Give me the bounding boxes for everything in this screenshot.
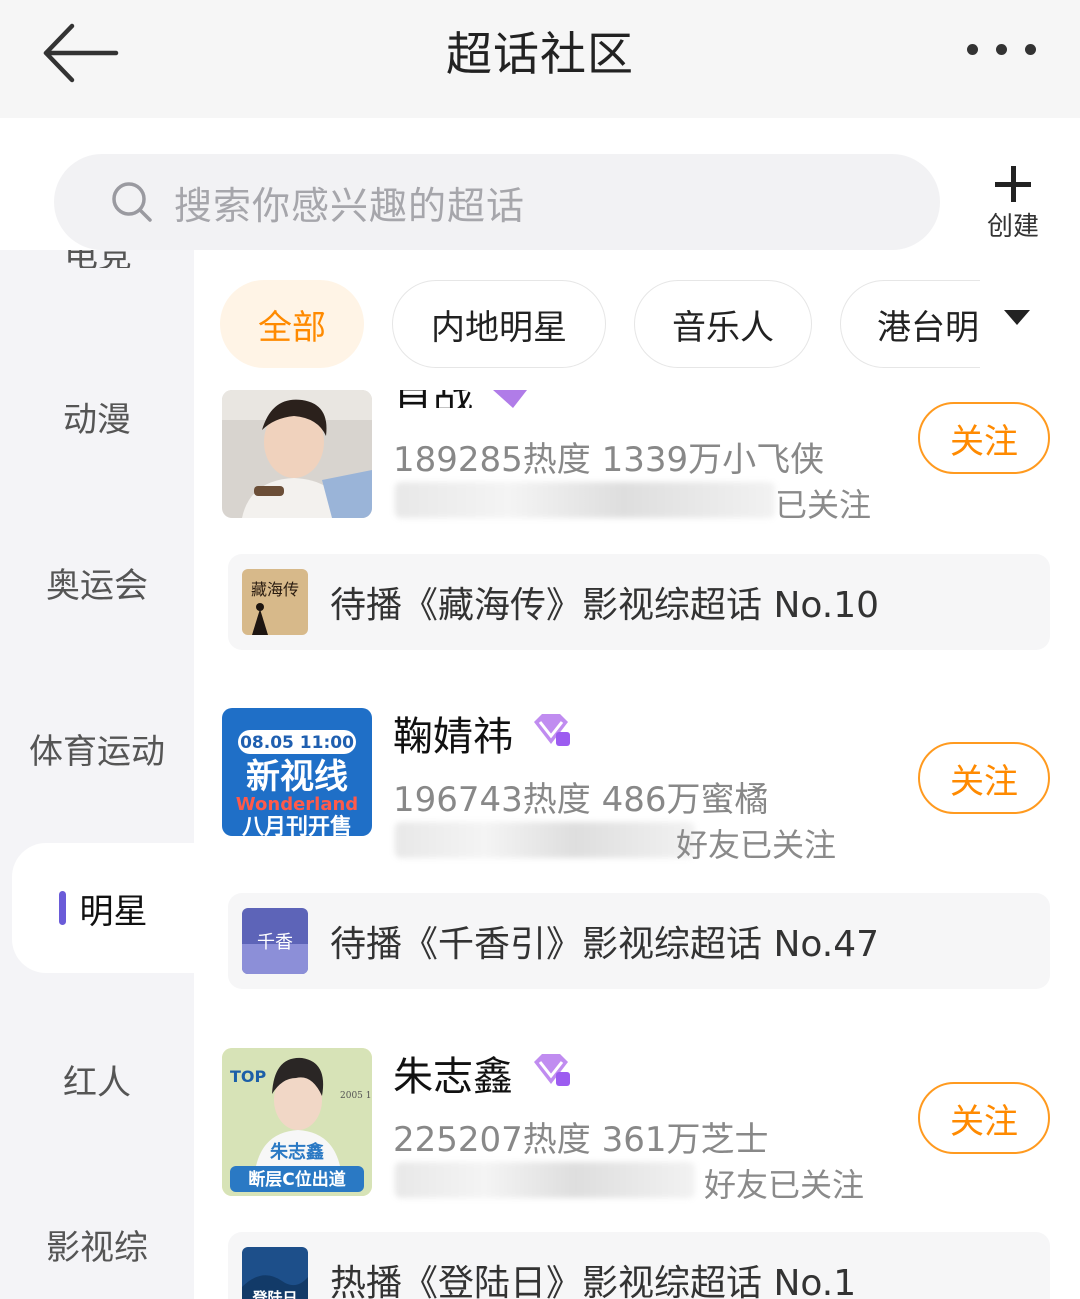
svg-text:朱志鑫: 朱志鑫 bbox=[270, 1141, 324, 1163]
svg-text:登陆日: 登陆日 bbox=[251, 1289, 297, 1299]
chip-hk-tw-stars[interactable]: 港台明 bbox=[840, 280, 980, 368]
item-friends-following: 已关注 bbox=[775, 486, 872, 524]
svg-text:断层C位出道: 断层C位出道 bbox=[248, 1169, 345, 1190]
avatar[interactable]: 08.05 11:00 新视线 Wonderland 八月刊开售 bbox=[222, 708, 372, 836]
page-title: 超话社区 bbox=[446, 27, 634, 81]
sidebar-item-influencers[interactable]: 红人 bbox=[0, 1055, 194, 1104]
create-button[interactable]: 创建 bbox=[978, 164, 1048, 243]
super-fan-badge-icon bbox=[534, 1054, 570, 1086]
topic-rank-card[interactable]: 登陆日 热播《登陆日》影视综超话 No.1 bbox=[228, 1232, 1050, 1299]
more-options-icon[interactable] bbox=[967, 44, 1036, 55]
chip-all[interactable]: 全部 bbox=[220, 280, 364, 368]
avatar[interactable]: TOP 2005 1119 朱志鑫 断层C位出道 bbox=[222, 1048, 372, 1196]
search-input[interactable]: 搜索你感兴趣的超话 bbox=[54, 154, 940, 250]
plus-icon bbox=[993, 164, 1033, 204]
sidebar-item-anime[interactable]: 动漫 bbox=[0, 392, 194, 441]
svg-text:新视线: 新视线 bbox=[246, 757, 348, 797]
sidebar-item-film-tv[interactable]: 影视综 bbox=[0, 1220, 194, 1269]
chip-mainland-stars[interactable]: 内地明星 bbox=[392, 280, 606, 368]
item-friends-following: 好友已关注 bbox=[676, 826, 837, 864]
rank-thumbnail: 登陆日 bbox=[242, 1247, 308, 1299]
expand-categories-icon[interactable] bbox=[1004, 310, 1030, 325]
sidebar-item-stars[interactable]: 明星 bbox=[12, 843, 194, 973]
rank-thumbnail: 藏海传 bbox=[242, 569, 308, 635]
svg-text:TOP: TOP bbox=[230, 1067, 267, 1086]
super-fan-badge-icon bbox=[534, 714, 570, 746]
follow-button[interactable]: 关注 bbox=[918, 1082, 1050, 1154]
rank-text: 热播《登陆日》影视综超话 No.1 bbox=[330, 1263, 857, 1299]
item-stats: 196743热度 486万蜜橘 bbox=[393, 780, 769, 820]
item-name[interactable]: 鞠婧祎 bbox=[393, 704, 513, 762]
blurred-friend-names bbox=[395, 1162, 695, 1198]
svg-text:Wonderland: Wonderland bbox=[236, 794, 358, 815]
rank-text: 待播《藏海传》影视综超话 No.10 bbox=[330, 585, 880, 626]
follow-button[interactable]: 关注 bbox=[918, 402, 1050, 474]
super-fan-badge-icon bbox=[493, 390, 527, 408]
topic-rank-card[interactable]: 千香 待播《千香引》影视综超话 No.47 bbox=[228, 893, 1050, 989]
search-icon bbox=[112, 182, 152, 222]
rank-text: 待播《千香引》影视综超话 No.47 bbox=[330, 924, 880, 965]
sidebar-item-esports[interactable]: 电竞 bbox=[64, 250, 164, 268]
search-placeholder: 搜索你感兴趣的超话 bbox=[174, 183, 526, 228]
item-name[interactable]: 朱志鑫 bbox=[393, 1044, 513, 1102]
topic-rank-card[interactable]: 藏海传 待播《藏海传》影视综超话 No.10 bbox=[228, 554, 1050, 650]
item-name-clipped: 肖战 bbox=[393, 390, 483, 408]
follow-button[interactable]: 关注 bbox=[918, 742, 1050, 814]
category-chips: 全部 内地明星 音乐人 港台明 bbox=[220, 280, 980, 368]
item-stats: 189285热度 1339万小飞侠 bbox=[393, 440, 825, 480]
rank-thumbnail: 千香 bbox=[242, 908, 308, 974]
svg-text:2005 1119: 2005 1119 bbox=[340, 1091, 372, 1101]
svg-text:藏海传: 藏海传 bbox=[251, 580, 299, 599]
svg-text:千香: 千香 bbox=[257, 932, 293, 953]
sidebar-item-label: 明星 bbox=[79, 891, 148, 932]
blurred-friend-names bbox=[395, 482, 775, 518]
sidebar-item-sports[interactable]: 体育运动 bbox=[0, 724, 194, 773]
svg-text:八月刊开售: 八月刊开售 bbox=[242, 814, 352, 836]
avatar[interactable] bbox=[222, 390, 372, 518]
item-stats: 225207热度 361万芝士 bbox=[393, 1120, 769, 1160]
sidebar-item-olympics[interactable]: 奥运会 bbox=[0, 558, 194, 607]
top-bar: 超话社区 bbox=[0, 0, 1080, 118]
svg-text:08.05 11:00: 08.05 11:00 bbox=[240, 733, 354, 753]
item-friends-following: 好友已关注 bbox=[704, 1166, 865, 1204]
blurred-friend-names bbox=[395, 822, 695, 858]
chip-musicians[interactable]: 音乐人 bbox=[634, 280, 812, 368]
active-indicator bbox=[58, 891, 66, 925]
create-label: 创建 bbox=[986, 212, 1039, 242]
